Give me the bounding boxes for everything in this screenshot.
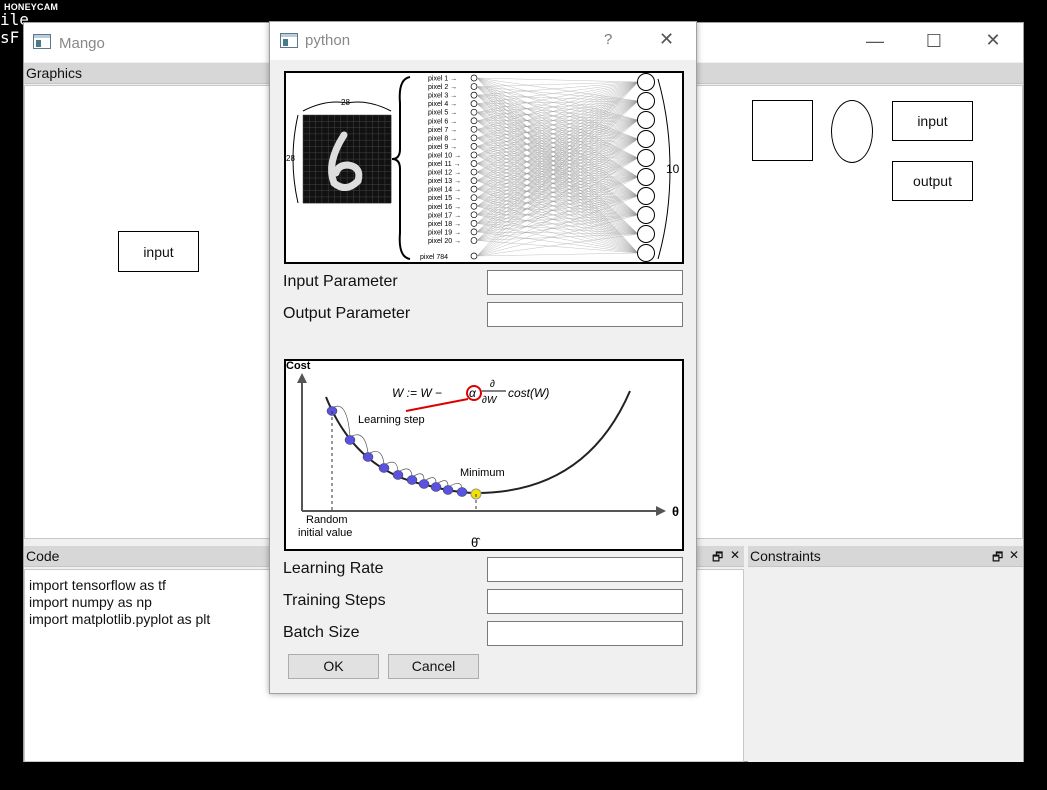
output-parameter-label: Output Parameter: [283, 305, 411, 322]
graphics-node-input[interactable]: input: [892, 101, 973, 141]
input-parameter-label: Input Parameter: [283, 273, 398, 290]
dialog-app-icon: [280, 33, 298, 48]
formula-partial-den: ∂W: [482, 395, 498, 406]
gradient-descent-image: Cost θ W := W − α ∂ ∂W cost(W) Learning …: [284, 359, 684, 551]
ok-button[interactable]: OK: [288, 654, 379, 679]
formula-alpha: α: [469, 386, 477, 400]
learning-rate-field[interactable]: [487, 557, 683, 582]
training-steps-label: Training Steps: [283, 592, 386, 609]
minimum-label: Minimum: [460, 467, 505, 479]
pixel-label: pixel 8 →: [428, 135, 457, 142]
formula-right: cost(W): [508, 386, 549, 400]
random-label-2: initial value: [298, 527, 352, 539]
theta-axis-label: θ: [672, 504, 679, 519]
constraints-panel-body: [748, 569, 1023, 762]
code-close-icon[interactable]: ✕: [730, 548, 740, 562]
pixel-label: pixel 20 →: [428, 238, 461, 245]
code-float-icon[interactable]: 🗗: [712, 548, 723, 569]
formula-left: W := W −: [392, 386, 442, 400]
graphics-node-ellipse[interactable]: [831, 100, 873, 163]
theta-hat-label: θ̂: [471, 535, 481, 549]
dialog-title: python: [305, 32, 351, 49]
input-parameter-field[interactable]: [487, 270, 683, 295]
learning-rate-label: Learning Rate: [283, 560, 384, 577]
cancel-button[interactable]: Cancel: [388, 654, 479, 679]
gradient-descent-diagram: Cost θ W := W − α ∂ ∂W cost(W) Learning …: [286, 361, 679, 549]
constraints-panel-title: Constraints: [750, 548, 821, 564]
constraints-panel-header: Constraints: [748, 546, 1023, 567]
pixel-label: pixel 15 →: [428, 195, 461, 202]
pixel-label: pixel 6 →: [428, 118, 457, 125]
pixel-label: pixel 19 →: [428, 229, 461, 236]
pixel-label: pixel 2 →: [428, 84, 457, 91]
neural-network-diagram: 28 28 pixel 1 →pixel 2 → pixel 3 →pixel 4…: [286, 73, 680, 262]
training-steps-field[interactable]: [487, 589, 683, 614]
batch-size-field[interactable]: [487, 621, 683, 646]
maximize-button[interactable]: ☐: [911, 31, 957, 52]
pixel-label: pixel 9 →: [428, 144, 457, 151]
dialog-titlebar[interactable]: python ? ✕: [270, 22, 696, 60]
graphics-node-output[interactable]: output: [892, 161, 973, 201]
batch-size-label: Batch Size: [283, 624, 360, 641]
dim-top-label: 28: [341, 98, 350, 107]
pixel-label: pixel 3 →: [428, 93, 457, 100]
pixel-label: pixel 13 →: [428, 178, 461, 185]
pixel-label: pixel 4 →: [428, 101, 457, 108]
pixel-last-label: pixel 784: [420, 254, 448, 261]
graphics-node-input-left[interactable]: input: [118, 231, 199, 272]
python-dialog: python ? ✕ 28 28 pixel 1 → pixel 2 → pixel…: [269, 21, 697, 694]
background-text-2: sF: [0, 28, 20, 47]
graphics-node-square[interactable]: [752, 100, 813, 161]
main-window-title: Mango: [59, 35, 105, 52]
pixel-label: pixel 11 →: [428, 161, 461, 168]
help-button[interactable]: ?: [604, 31, 612, 48]
pixel-label: pixel 16 →: [428, 204, 461, 211]
output-parameter-field[interactable]: [487, 302, 683, 327]
pixel-label: pixel 7 →: [428, 127, 457, 134]
neural-network-image: 28 28 pixel 1 → pixel 2 → pixel 3 → pixel 4…: [284, 71, 684, 264]
app-icon: [33, 34, 51, 49]
cost-axis-label: Cost: [286, 361, 311, 372]
pixel-label: pixel 14 →: [428, 187, 461, 194]
minimize-button[interactable]: —: [852, 31, 898, 52]
constraints-float-icon[interactable]: 🗗: [992, 548, 1003, 569]
dialog-close-button[interactable]: ✕: [659, 29, 674, 50]
pixel-label: pixel 17 →: [428, 212, 461, 219]
pixel-label: pixel 5 →: [428, 110, 457, 117]
code-panel-title: Code: [26, 548, 60, 564]
dim-left-label: 28: [286, 154, 295, 163]
close-button[interactable]: ✕: [970, 30, 1016, 51]
formula-partial-num: ∂: [490, 379, 495, 390]
pixel-label: pixel 10 →: [428, 152, 461, 159]
learning-step-label: Learning step: [358, 414, 425, 426]
outputs-count-label: 10: [666, 162, 680, 176]
pixel-label: pixel 12 →: [428, 170, 461, 177]
random-label-1: Random: [306, 514, 348, 526]
constraints-close-icon[interactable]: ✕: [1009, 548, 1019, 562]
pixel-label: pixel 18 →: [428, 221, 461, 228]
pixel-label: pixel 1 →: [428, 76, 457, 83]
